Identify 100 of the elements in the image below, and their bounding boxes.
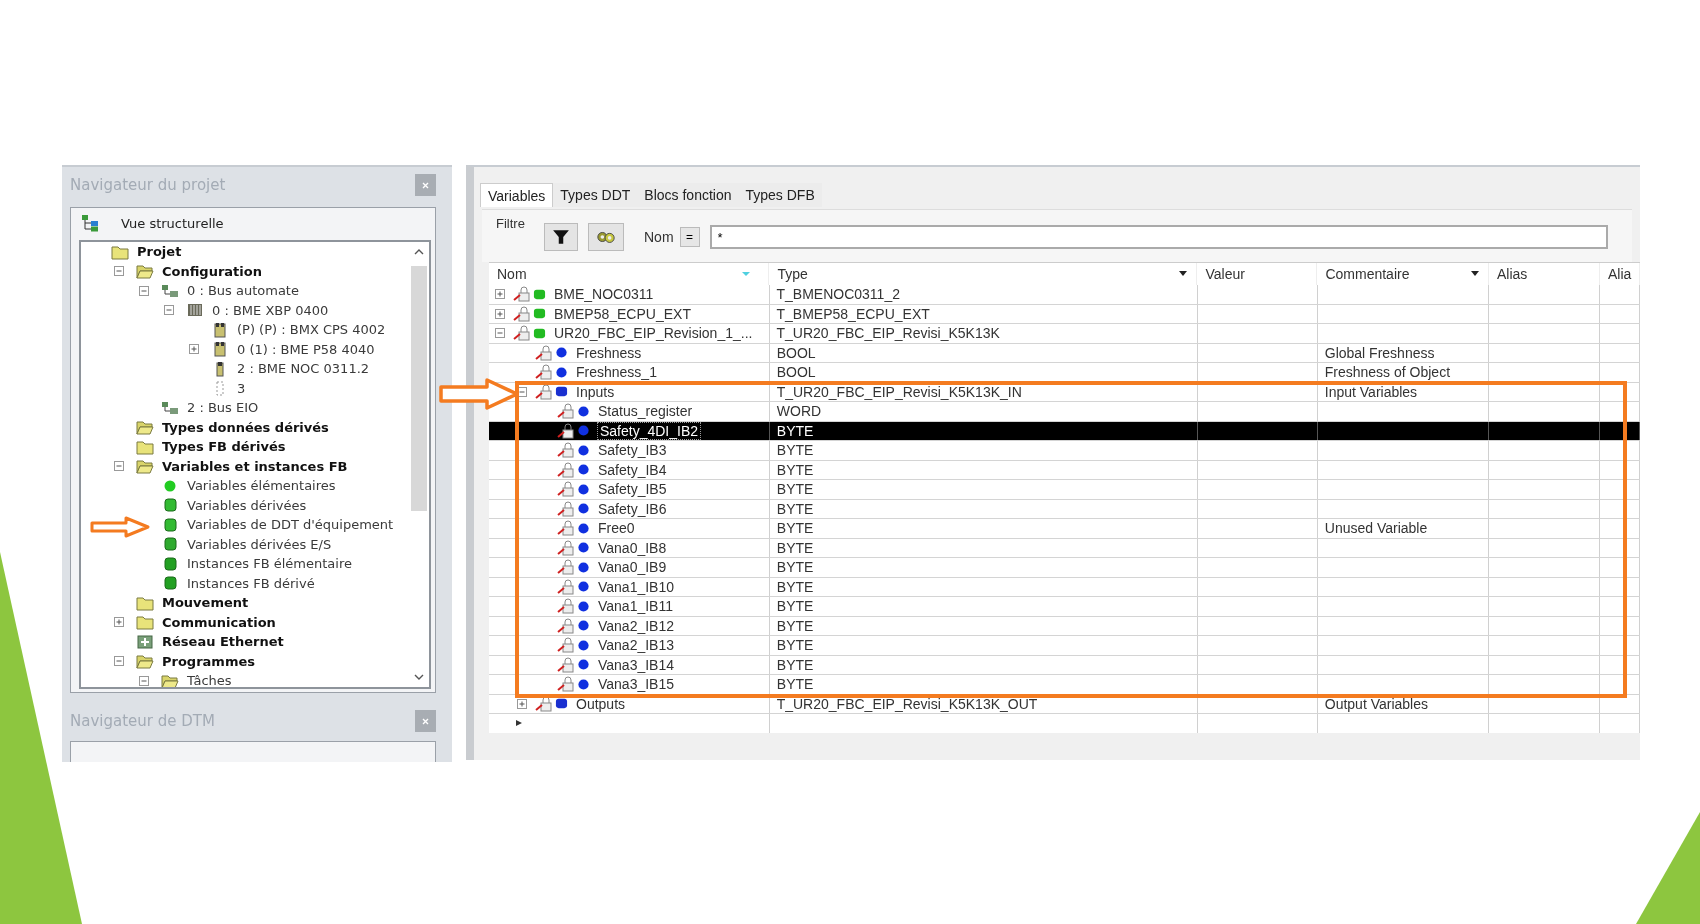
table-cell: BOOL bbox=[776, 344, 816, 361]
expander-icon[interactable] bbox=[495, 308, 505, 319]
tree-item[interactable]: 0 : Bus automate bbox=[187, 283, 299, 299]
header-cell[interactable]: Alia bbox=[1600, 263, 1640, 285]
variable-name[interactable]: Vana0_IB8 bbox=[598, 539, 667, 556]
tree-item[interactable]: Variables et instances FB bbox=[162, 458, 348, 474]
tree-item[interactable]: Programmes bbox=[162, 653, 255, 669]
header-cell[interactable]: Alias bbox=[1488, 263, 1600, 285]
tab[interactable]: Types DFB bbox=[738, 183, 822, 207]
tree-item[interactable]: Variables de DDT d'équipement bbox=[187, 517, 394, 533]
expander-icon[interactable] bbox=[495, 328, 505, 339]
expander-icon[interactable] bbox=[114, 461, 124, 472]
variable-name[interactable]: Free0 bbox=[598, 520, 635, 537]
tree-item[interactable]: Configuration bbox=[162, 263, 262, 279]
lock-icon bbox=[535, 364, 553, 381]
expander-icon[interactable] bbox=[139, 675, 149, 686]
block-icon bbox=[161, 516, 179, 533]
expander-icon[interactable] bbox=[495, 289, 505, 300]
column-header: Valeur bbox=[1205, 266, 1245, 282]
variable-name[interactable]: Freshness bbox=[576, 344, 642, 361]
dot-icon bbox=[555, 365, 568, 379]
table-cell: BYTE bbox=[776, 422, 814, 439]
table-cell: WORD bbox=[776, 403, 822, 420]
expander-icon[interactable] bbox=[114, 266, 124, 277]
variable-name[interactable]: Freshness_1 bbox=[576, 364, 657, 381]
dot-icon bbox=[577, 463, 590, 477]
variable-name[interactable]: BMEP58_ECPU_EXT bbox=[554, 305, 691, 322]
lock-icon bbox=[557, 422, 575, 439]
tree-item[interactable]: 2 : Bus EIO bbox=[187, 400, 259, 416]
variable-name[interactable]: Vana1_IB10 bbox=[598, 578, 675, 595]
tree-item[interactable]: Communication bbox=[162, 614, 276, 630]
variable-name[interactable]: Vana1_IB11 bbox=[598, 598, 673, 615]
variable-name[interactable]: Safety_IB4 bbox=[598, 461, 667, 478]
header-cell[interactable]: Type bbox=[769, 263, 1198, 285]
tree-item[interactable]: Instances FB élémentaire bbox=[187, 556, 352, 572]
caret-icon[interactable] bbox=[1178, 271, 1189, 277]
table-cell: BYTE bbox=[776, 559, 814, 576]
tree-item[interactable]: Mouvement bbox=[162, 595, 249, 611]
variable-name[interactable]: Safety_IB6 bbox=[598, 500, 667, 517]
table-cell: Output Variables bbox=[1324, 695, 1428, 712]
tree-item[interactable]: (P) (P) : BMX CPS 4002 bbox=[237, 322, 386, 338]
tab[interactable]: Variables bbox=[480, 183, 554, 207]
expander-icon[interactable] bbox=[189, 344, 199, 355]
variable-name[interactable]: BME_NOC0311 bbox=[554, 286, 654, 303]
header-cell[interactable]: Nom bbox=[489, 263, 770, 285]
variable-name[interactable]: Status_register bbox=[598, 403, 693, 420]
variable-name[interactable]: Safety_IB3 bbox=[598, 442, 667, 459]
dot-icon bbox=[577, 658, 590, 672]
tree-item[interactable]: Variables dérivées E/S bbox=[187, 536, 332, 552]
table-cell: BOOL bbox=[776, 364, 816, 381]
folder-icon bbox=[136, 614, 154, 631]
variable-name[interactable]: Inputs bbox=[576, 383, 615, 400]
dot-icon bbox=[577, 677, 590, 691]
table-cell: T_BMEP58_ECPU_EXT bbox=[776, 305, 930, 322]
expander-icon[interactable] bbox=[114, 617, 124, 628]
dot-icon bbox=[577, 619, 590, 633]
lock-icon bbox=[535, 695, 553, 712]
tree-item[interactable]: Tâches bbox=[187, 673, 232, 687]
expander-icon[interactable] bbox=[114, 656, 124, 667]
filter-field[interactable]: * bbox=[709, 225, 1608, 249]
block-icon bbox=[161, 555, 179, 572]
tree-item[interactable]: Projet bbox=[137, 244, 182, 260]
tree-item[interactable]: Instances FB dérivé bbox=[187, 575, 315, 591]
settings-button[interactable] bbox=[588, 223, 624, 251]
tree-item[interactable]: 2 : BME NOC 0311.2 bbox=[237, 361, 370, 377]
variable-name[interactable]: Safety_4DI_IB2 bbox=[598, 422, 701, 439]
tree-item[interactable]: Types données dérivés bbox=[162, 419, 329, 435]
variable-name[interactable]: Vana2_IB13 bbox=[598, 637, 675, 654]
variable-name[interactable]: Vana3_IB15 bbox=[598, 676, 675, 693]
tree-item[interactable]: 0 : BME XBP 0400 bbox=[212, 302, 329, 318]
scroll-down-icon[interactable] bbox=[413, 673, 425, 681]
lock-icon bbox=[535, 344, 553, 361]
tree-item[interactable]: 0 (1) : BME P58 4040 bbox=[237, 341, 375, 357]
variable-name[interactable]: Vana0_IB9 bbox=[598, 559, 667, 576]
expander-icon[interactable] bbox=[164, 305, 174, 316]
variable-name[interactable]: Vana3_IB14 bbox=[598, 656, 675, 673]
tree-item[interactable]: Réseau Ethernet bbox=[162, 634, 284, 650]
lock-icon bbox=[557, 500, 575, 517]
tab[interactable]: Blocs fonction bbox=[637, 183, 739, 207]
tree-item[interactable]: Types FB dérivés bbox=[162, 439, 286, 455]
tab[interactable]: Types DDT bbox=[553, 183, 638, 207]
variable-name[interactable]: Vana2_IB12 bbox=[598, 617, 675, 634]
scroll-up-icon[interactable] bbox=[413, 248, 425, 256]
caret-icon[interactable] bbox=[1469, 271, 1480, 277]
header-cell[interactable]: Valeur bbox=[1197, 263, 1318, 285]
table-cell: BYTE bbox=[776, 637, 814, 654]
tree-item[interactable]: 3 bbox=[237, 380, 246, 396]
expander-icon[interactable] bbox=[139, 285, 149, 296]
operator-button[interactable]: = bbox=[679, 227, 700, 247]
expander-icon[interactable] bbox=[517, 698, 527, 709]
variable-name[interactable]: Outputs bbox=[576, 695, 626, 712]
tree-item[interactable]: Variables dérivées bbox=[187, 497, 307, 513]
block-icon bbox=[533, 287, 546, 301]
filter-button[interactable] bbox=[544, 223, 578, 251]
variable-name[interactable]: Safety_IB5 bbox=[598, 481, 667, 498]
scrollbar-thumb[interactable] bbox=[411, 266, 427, 511]
header-cell[interactable]: Commentaire bbox=[1317, 263, 1489, 285]
tree-item[interactable]: Variables élémentaires bbox=[187, 478, 336, 494]
variable-name[interactable]: UR20_FBC_EIP_Revision_1_... bbox=[554, 325, 753, 342]
hierarchy-icon bbox=[81, 214, 99, 232]
